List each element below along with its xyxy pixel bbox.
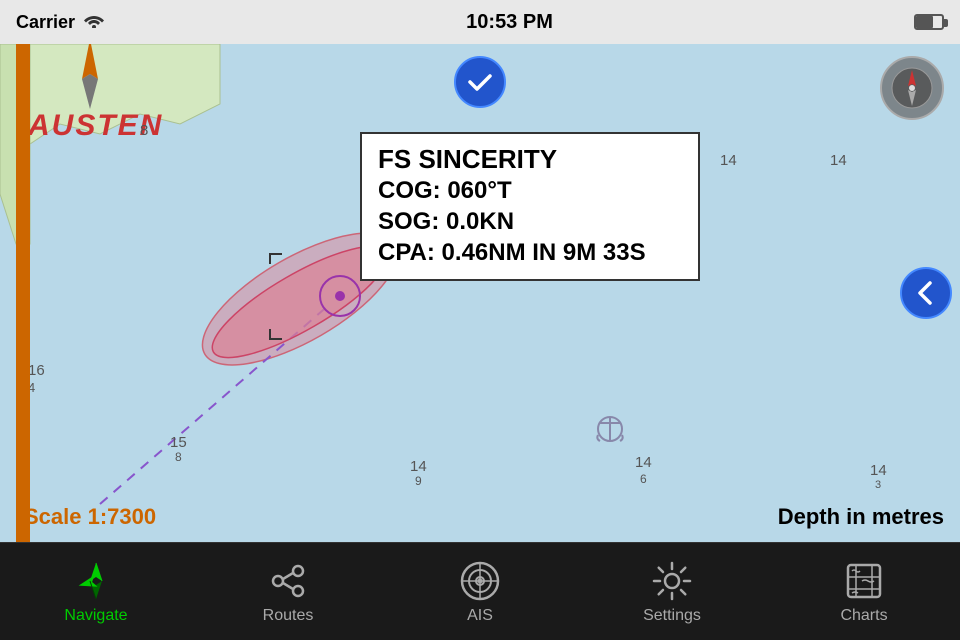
compass-button[interactable] — [880, 56, 944, 120]
tab-charts[interactable]: Charts — [768, 543, 960, 640]
scale-value: 1:7300 — [88, 504, 157, 529]
charts-label: Charts — [840, 607, 887, 625]
vessel-sog: SOG: 0.0KN — [378, 206, 682, 237]
back-button[interactable] — [900, 267, 952, 319]
settings-label: Settings — [643, 607, 701, 625]
vessel-cog: COG: 060°T — [378, 175, 682, 206]
depth-num-5: 14 — [830, 152, 847, 169]
depth-num-1: 8 — [140, 122, 148, 139]
depth-num-10: 14 — [410, 458, 427, 475]
navigate-label: Navigate — [64, 607, 127, 625]
orange-bar — [16, 44, 30, 542]
depth-num-8: 15 — [170, 434, 187, 451]
depth-num-6: 16 — [28, 362, 45, 379]
depth-num-12: 14 — [635, 454, 652, 471]
charts-icon — [842, 559, 886, 603]
tab-navigate[interactable]: Navigate — [0, 543, 192, 640]
scale-indicator: Scale 1:7300 — [24, 504, 156, 530]
map-area: N AUSTEN 8 14 5 14 14 16 4 15 8 14 9 14 … — [0, 44, 960, 542]
ais-label: AIS — [467, 607, 493, 625]
status-bar: Carrier 10:53 PM — [0, 0, 960, 44]
carrier-info: Carrier — [16, 12, 105, 33]
wifi-icon — [83, 12, 105, 33]
ais-icon — [458, 559, 502, 603]
tab-settings[interactable]: Settings — [576, 543, 768, 640]
time-display: 10:53 PM — [466, 11, 553, 34]
depth-num-11: 9 — [415, 474, 422, 488]
checkmark-button[interactable] — [454, 56, 506, 108]
tab-bar: Navigate Routes AIS — [0, 542, 960, 640]
battery-icon — [914, 14, 944, 30]
routes-icon — [266, 559, 310, 603]
depth-num-9: 8 — [175, 450, 182, 464]
depth-label: Depth in metres — [778, 504, 944, 530]
carrier-label: Carrier — [16, 12, 75, 33]
depth-num-13: 6 — [640, 472, 647, 486]
navigate-icon — [74, 559, 118, 603]
settings-icon — [650, 559, 694, 603]
tab-ais[interactable]: AIS — [384, 543, 576, 640]
depth-num-14: 14 — [870, 462, 887, 479]
vessel-name: FS SINCERITY — [378, 144, 682, 175]
vessel-info-box: FS SINCERITY COG: 060°T SOG: 0.0KN CPA: … — [360, 132, 700, 281]
scale-label: Scale — [24, 504, 88, 529]
routes-label: Routes — [263, 607, 314, 625]
battery-area — [914, 14, 944, 30]
tab-routes[interactable]: Routes — [192, 543, 384, 640]
depth-num-4: 14 — [720, 152, 737, 169]
depth-num-15: 3 — [875, 479, 881, 491]
vessel-cpa: CPA: 0.46NM IN 9M 33S — [378, 237, 682, 268]
